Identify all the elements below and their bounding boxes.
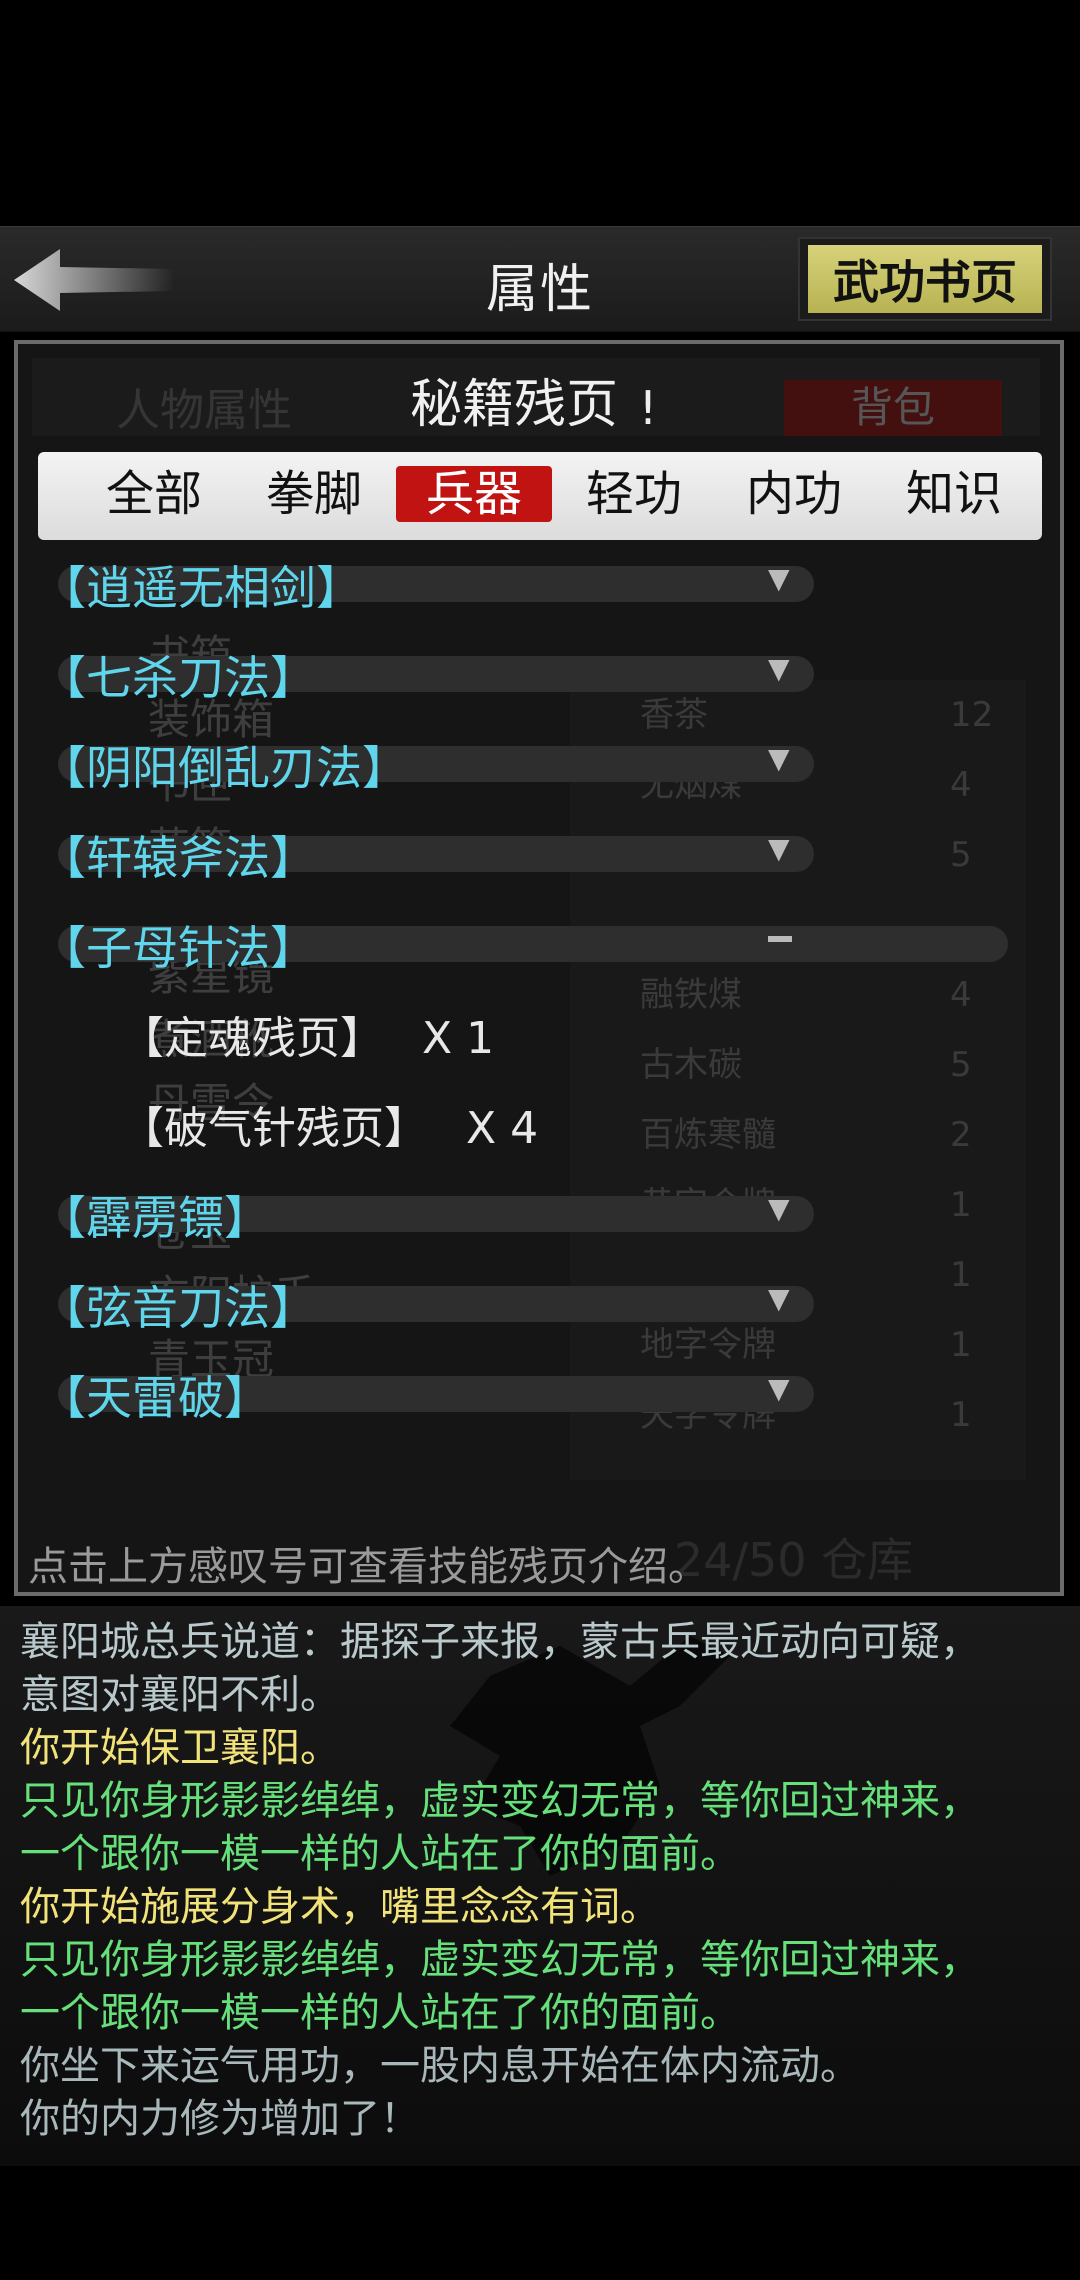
skill-page-item: 【定魂残页】 X 1 — [120, 1002, 494, 1066]
background-material-row: 融铁煤 4 — [570, 960, 1026, 1030]
material-name: 融铁煤 — [640, 975, 742, 1015]
skill-row[interactable]: ▼ 【阴阳倒乱刃法】 — [40, 732, 840, 795]
skill-page-name: 【定魂残页】 — [120, 1013, 384, 1064]
background-material-list: 香茶12无烟煤4贡茶5融铁煤4古木碳5百炼寒髓2黄字令牌11地字令牌1天字令牌1 — [570, 680, 1026, 1480]
chevron-down-icon: ▼ — [768, 832, 790, 865]
tab-inner[interactable]: 内功 — [716, 466, 872, 522]
skill-row[interactable]: ▼ 【七杀刀法】 — [40, 642, 840, 705]
log-line: 你坐下来运气用功，一股内息开始在体内流动。 — [20, 2043, 860, 2089]
dialog-title: 秘籍残页 — [409, 375, 618, 435]
martial-pages-label: 武功书页 — [808, 245, 1042, 313]
log-line: 只见你身形影影绰绰，虚实变幻无常，等你回过神来， — [20, 1778, 980, 1824]
chevron-down-icon: ▼ — [768, 1282, 790, 1315]
material-count: 1 — [950, 1395, 972, 1435]
skill-page-qty: X 4 — [466, 1103, 539, 1154]
skill-row[interactable]: ▼ 【霹雳镖】 — [40, 1182, 840, 1245]
tab-lightness[interactable]: 轻功 — [556, 466, 712, 522]
material-count: 4 — [950, 975, 972, 1015]
hint-text: 点击上方感叹号可查看技能残页介绍。 — [28, 1544, 708, 1590]
chevron-down-icon: ▼ — [768, 652, 790, 685]
log-line: 一个跟你一模一样的人站在了你的面前。 — [20, 1831, 740, 1877]
main-panel: 人物属性 背包 书箱装饰箱书匣药箧紫星镜煮酒靴丹雪令苍玉玄阳护手青玉冠 香茶12… — [14, 340, 1064, 1596]
log-line: 你的内力修为增加了！ — [20, 2096, 420, 2142]
log-line: 一个跟你一模一样的人站在了你的面前。 — [20, 1990, 740, 2036]
material-count: 12 — [950, 695, 994, 735]
skill-row[interactable]: ▼ 【天雷破】 — [40, 1362, 840, 1425]
top-bar: 属性 武功书页 — [0, 226, 1080, 332]
storage-count: 24/50 仓库 — [674, 1533, 914, 1587]
skill-name: 【轩辕斧法】 — [40, 831, 316, 885]
skill-row[interactable]: ▼ 【轩辕斧法】 — [40, 822, 840, 885]
background-material-row: 百炼寒髓 2 — [570, 1100, 1026, 1170]
skill-name: 【弦音刀法】 — [40, 1281, 316, 1335]
log-line: 襄阳城总兵说道：据探子来报，蒙古兵最近动向可疑， — [20, 1619, 980, 1665]
material-count: 1 — [950, 1325, 972, 1365]
material-count: 2 — [950, 1115, 972, 1155]
skill-name: 【七杀刀法】 — [40, 651, 316, 705]
message-log[interactable]: 襄阳城总兵说道：据探子来报，蒙古兵最近动向可疑， 意图对襄阳不利。 你开始保卫襄阳。… — [0, 1606, 1080, 2166]
skill-row[interactable]: ▼ 【逍遥无相剑】 — [40, 552, 840, 615]
tab-knowledge[interactable]: 知识 — [876, 466, 1032, 522]
skill-page-name: 【破气针残页】 — [120, 1103, 428, 1154]
skill-name: 【逍遥无相剑】 — [40, 561, 362, 615]
log-line: 你开始保卫襄阳。 — [20, 1725, 340, 1771]
material-count: 1 — [950, 1185, 972, 1225]
material-count: 1 — [950, 1255, 972, 1295]
material-count: 5 — [950, 835, 972, 875]
log-line: 只见你身形影影绰绰，虚实变幻无常，等你回过神来， — [20, 1937, 980, 1983]
log-line: 意图对襄阳不利。 — [20, 1672, 340, 1718]
material-name: 百炼寒髓 — [640, 1115, 776, 1155]
tab-weapon[interactable]: 兵器 — [396, 466, 552, 522]
martial-pages-button[interactable]: 武功书页 — [798, 237, 1052, 321]
chevron-down-icon: ▼ — [768, 1192, 790, 1225]
skill-name: 【子母针法】 — [40, 921, 316, 975]
background-material-row: 古木碳 5 — [570, 1030, 1026, 1100]
log-line: 你开始施展分身术，嘴里念念有词。 — [20, 1884, 660, 1930]
category-tab-bar: 全部 拳脚 兵器 轻功 内功 知识 — [38, 452, 1042, 540]
skill-page-qty: X 1 — [422, 1013, 495, 1064]
screen: { "header": { "title": "属性", "right_butt… — [0, 0, 1080, 2280]
collapse-minus-icon — [768, 936, 792, 942]
tab-fist[interactable]: 拳脚 — [236, 466, 392, 522]
chevron-down-icon: ▼ — [768, 562, 790, 595]
skill-name: 【霹雳镖】 — [40, 1191, 270, 1245]
chevron-down-icon: ▼ — [768, 742, 790, 775]
tab-all[interactable]: 全部 — [76, 466, 232, 522]
skill-page-item: 【破气针残页】 X 4 — [120, 1092, 538, 1156]
dialog-title-row: 秘籍残页! — [18, 362, 1060, 437]
skill-row-expanded[interactable]: 【子母针法】 — [40, 912, 1030, 975]
material-count: 4 — [950, 765, 972, 805]
skill-name: 【阴阳倒乱刃法】 — [40, 741, 408, 795]
material-name: 古木碳 — [640, 1045, 742, 1085]
skill-name: 【天雷破】 — [40, 1371, 270, 1425]
skill-row[interactable]: ▼ 【弦音刀法】 — [40, 1272, 840, 1335]
material-count: 5 — [950, 1045, 972, 1085]
chevron-down-icon: ▼ — [768, 1372, 790, 1405]
exclamation-info-icon[interactable]: ! — [628, 382, 668, 434]
